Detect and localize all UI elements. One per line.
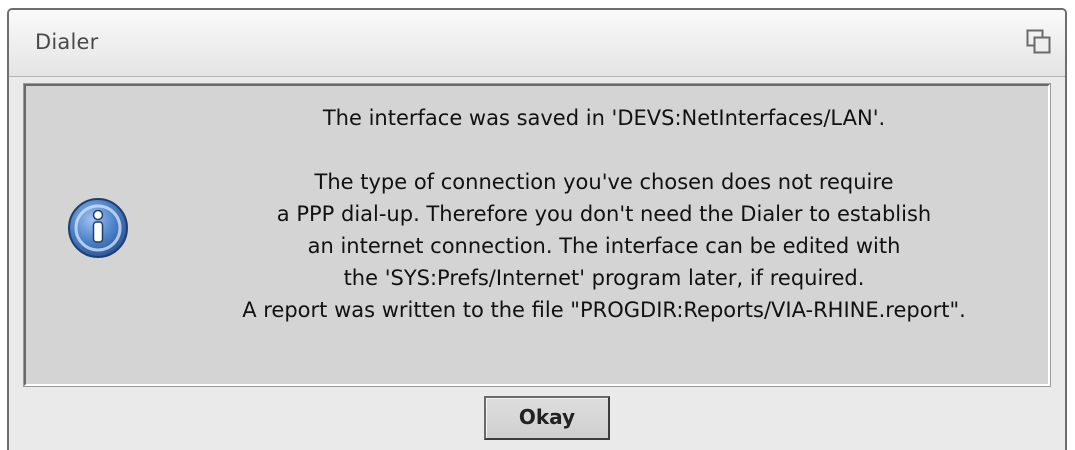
message-line: a PPP dial-up. Therefore you don't need … [276, 202, 932, 226]
okay-button[interactable]: Okay [484, 396, 610, 440]
dialog-window: Dialer The interface was saved in 'DEVS:… [7, 8, 1067, 450]
message-line: A report was written to the file "PROGDI… [242, 298, 966, 322]
title-bar[interactable]: Dialer [9, 10, 1065, 77]
info-icon [66, 196, 130, 260]
message-line: The interface was saved in 'DEVS:NetInte… [322, 106, 886, 130]
message-panel: The interface was saved in 'DEVS:NetInte… [23, 83, 1051, 387]
message-line: an internet connection. The interface ca… [307, 234, 901, 258]
message-text: The interface was saved in 'DEVS:NetInte… [166, 102, 1042, 326]
message-line: The type of connection you've chosen doe… [314, 170, 894, 194]
message-line: the 'SYS:Prefs/Internet' program later, … [343, 266, 865, 290]
window-title: Dialer [35, 30, 99, 54]
depth-arrange-icon[interactable] [1025, 28, 1053, 56]
